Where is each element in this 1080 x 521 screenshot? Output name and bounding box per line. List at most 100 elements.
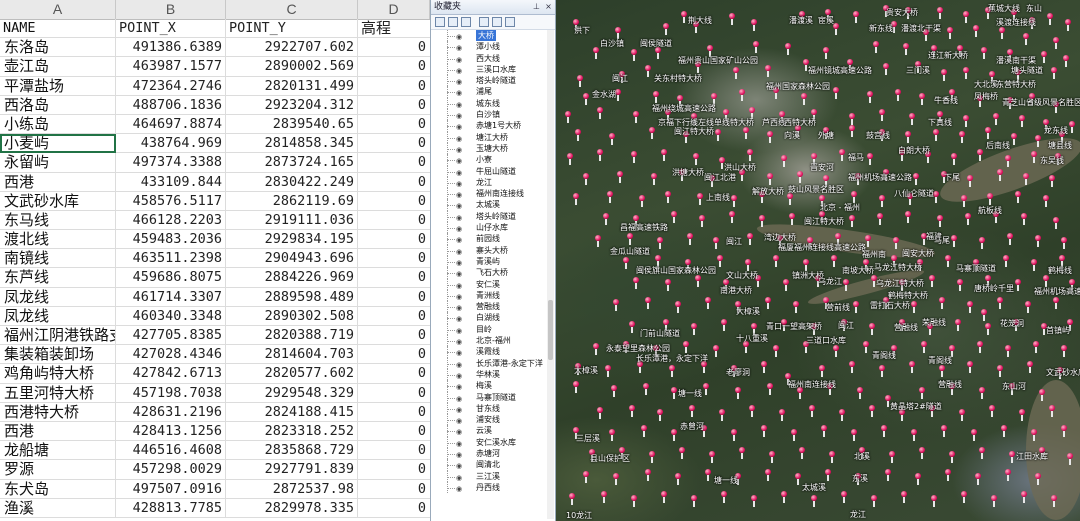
map-pin-icon[interactable] <box>967 361 973 373</box>
point-y-cell[interactable]: 2830422.249 <box>226 172 358 192</box>
map-pin-icon[interactable] <box>911 429 917 441</box>
map-pin-icon[interactable] <box>1031 259 1037 271</box>
map-pin-icon[interactable] <box>839 409 845 421</box>
name-cell[interactable]: 五里河特大桥 <box>0 383 116 403</box>
map-pin-icon[interactable] <box>883 63 889 75</box>
favorite-item[interactable]: ◉ 潭小线 <box>431 41 547 53</box>
map-pin-icon[interactable] <box>1015 279 1021 291</box>
map-pin-icon[interactable] <box>849 361 855 373</box>
map-pin-icon[interactable] <box>885 469 891 481</box>
map-pin-icon[interactable] <box>583 173 589 185</box>
point-x-cell[interactable]: 427028.4346 <box>116 345 226 365</box>
add-item-icon[interactable] <box>448 17 458 27</box>
map-pin-icon[interactable] <box>1001 425 1007 437</box>
map-pin-icon[interactable] <box>681 11 687 23</box>
map-pin-icon[interactable] <box>889 451 895 463</box>
map-pin-icon[interactable] <box>945 255 951 267</box>
name-cell[interactable]: 渔溪 <box>0 498 116 518</box>
point-y-cell[interactable]: 2839540.65 <box>226 114 358 134</box>
map-pin-icon[interactable] <box>1049 405 1055 417</box>
map-pin-icon[interactable] <box>679 447 685 459</box>
map-pin-icon[interactable] <box>731 429 737 441</box>
map-pin-icon[interactable] <box>891 255 897 267</box>
map-pin-icon[interactable] <box>867 91 873 103</box>
map-pin-icon[interactable] <box>1043 195 1049 207</box>
map-pin-icon[interactable] <box>823 47 829 59</box>
map-pin-icon[interactable] <box>909 113 915 125</box>
map-pin-icon[interactable] <box>971 429 977 441</box>
map-pin-icon[interactable] <box>749 405 755 417</box>
point-y-cell[interactable]: 2873724.165 <box>226 153 358 173</box>
favorite-item[interactable]: ◉ 山仔水库 <box>431 222 547 234</box>
point-y-cell[interactable]: 2823318.252 <box>226 421 358 441</box>
elevation-cell[interactable]: 0 <box>358 326 430 345</box>
column-header-b[interactable]: B <box>116 0 226 19</box>
elevation-cell[interactable]: 0 <box>358 96 430 115</box>
map-pin-icon[interactable] <box>1033 341 1039 353</box>
map-pin-icon[interactable] <box>1039 389 1045 401</box>
map-pin-icon[interactable] <box>993 113 999 125</box>
map-pin-icon[interactable] <box>941 69 947 81</box>
map-pin-icon[interactable] <box>633 277 639 289</box>
map-pin-icon[interactable] <box>751 495 757 507</box>
name-cell[interactable]: 小练岛 <box>0 114 116 134</box>
map-pin-icon[interactable] <box>939 297 945 309</box>
favorite-item[interactable]: ◉ 白湖线 <box>431 312 547 324</box>
map-pin-icon[interactable] <box>985 275 991 287</box>
map-pin-icon[interactable] <box>1051 495 1057 507</box>
map-pin-icon[interactable] <box>819 195 825 207</box>
map-pin-icon[interactable] <box>645 297 651 309</box>
map-pin-icon[interactable] <box>1035 235 1041 247</box>
map-pin-icon[interactable] <box>781 491 787 503</box>
map-pin-icon[interactable] <box>853 11 859 23</box>
point-x-cell[interactable]: 446516.4608 <box>116 441 226 461</box>
name-cell[interactable]: 西港特大桥 <box>0 402 116 422</box>
elevation-cell[interactable]: 0 <box>358 230 430 249</box>
map-pin-icon[interactable] <box>761 361 767 373</box>
map-pin-icon[interactable] <box>631 151 637 163</box>
map-pin-icon[interactable] <box>767 131 773 143</box>
map-pin-icon[interactable] <box>961 195 967 207</box>
map-pin-icon[interactable] <box>1061 345 1067 357</box>
favorite-item[interactable]: ◉ 青溪屿 <box>431 255 547 268</box>
elevation-cell[interactable]: 0 <box>358 134 430 153</box>
map-pin-icon[interactable] <box>1051 67 1057 79</box>
map-pin-icon[interactable] <box>595 235 601 247</box>
elevation-cell[interactable]: 0 <box>358 460 430 479</box>
map-pin-icon[interactable] <box>903 43 909 55</box>
point-x-cell[interactable]: 438764.969 <box>116 134 226 154</box>
name-cell[interactable]: 罗源 <box>0 460 116 480</box>
point-y-cell[interactable]: 2884226.969 <box>226 268 358 288</box>
map-pin-icon[interactable] <box>937 7 943 19</box>
map-pin-icon[interactable] <box>1053 217 1059 229</box>
map-pin-icon[interactable] <box>597 107 603 119</box>
favorite-item[interactable]: ◉ 马寨顶隧道 <box>431 391 547 403</box>
point-x-cell[interactable]: 460340.3348 <box>116 306 226 326</box>
map-pin-icon[interactable] <box>675 473 681 485</box>
map-pin-icon[interactable] <box>675 301 681 313</box>
pin-icon[interactable]: ⊥ <box>532 1 541 12</box>
map-pin-icon[interactable] <box>605 365 611 377</box>
header-cell[interactable]: 高程 <box>358 19 430 38</box>
map-pin-icon[interactable] <box>851 429 857 441</box>
map-pin-icon[interactable] <box>653 91 659 103</box>
map-pin-icon[interactable] <box>565 111 571 123</box>
map-pin-icon[interactable] <box>979 387 985 399</box>
point-y-cell[interactable]: 2889598.489 <box>226 287 358 307</box>
map-pin-icon[interactable] <box>641 425 647 437</box>
map-pin-icon[interactable] <box>849 125 855 137</box>
map-pin-icon[interactable] <box>979 447 985 459</box>
map-pin-icon[interactable] <box>791 429 797 441</box>
map-pin-icon[interactable] <box>1063 55 1069 67</box>
map-pin-icon[interactable] <box>665 191 671 203</box>
map-pin-icon[interactable] <box>863 341 869 353</box>
map-pin-icon[interactable] <box>717 255 723 267</box>
map-pin-icon[interactable] <box>1005 155 1011 167</box>
map-pin-icon[interactable] <box>1053 297 1059 309</box>
map-pin-icon[interactable] <box>583 471 589 483</box>
map-pin-icon[interactable] <box>719 409 725 421</box>
header-cell[interactable]: NAME <box>0 19 116 38</box>
point-y-cell[interactable]: 2814858.345 <box>226 134 358 154</box>
map-pin-icon[interactable] <box>729 13 735 25</box>
map-pin-icon[interactable] <box>933 129 939 141</box>
